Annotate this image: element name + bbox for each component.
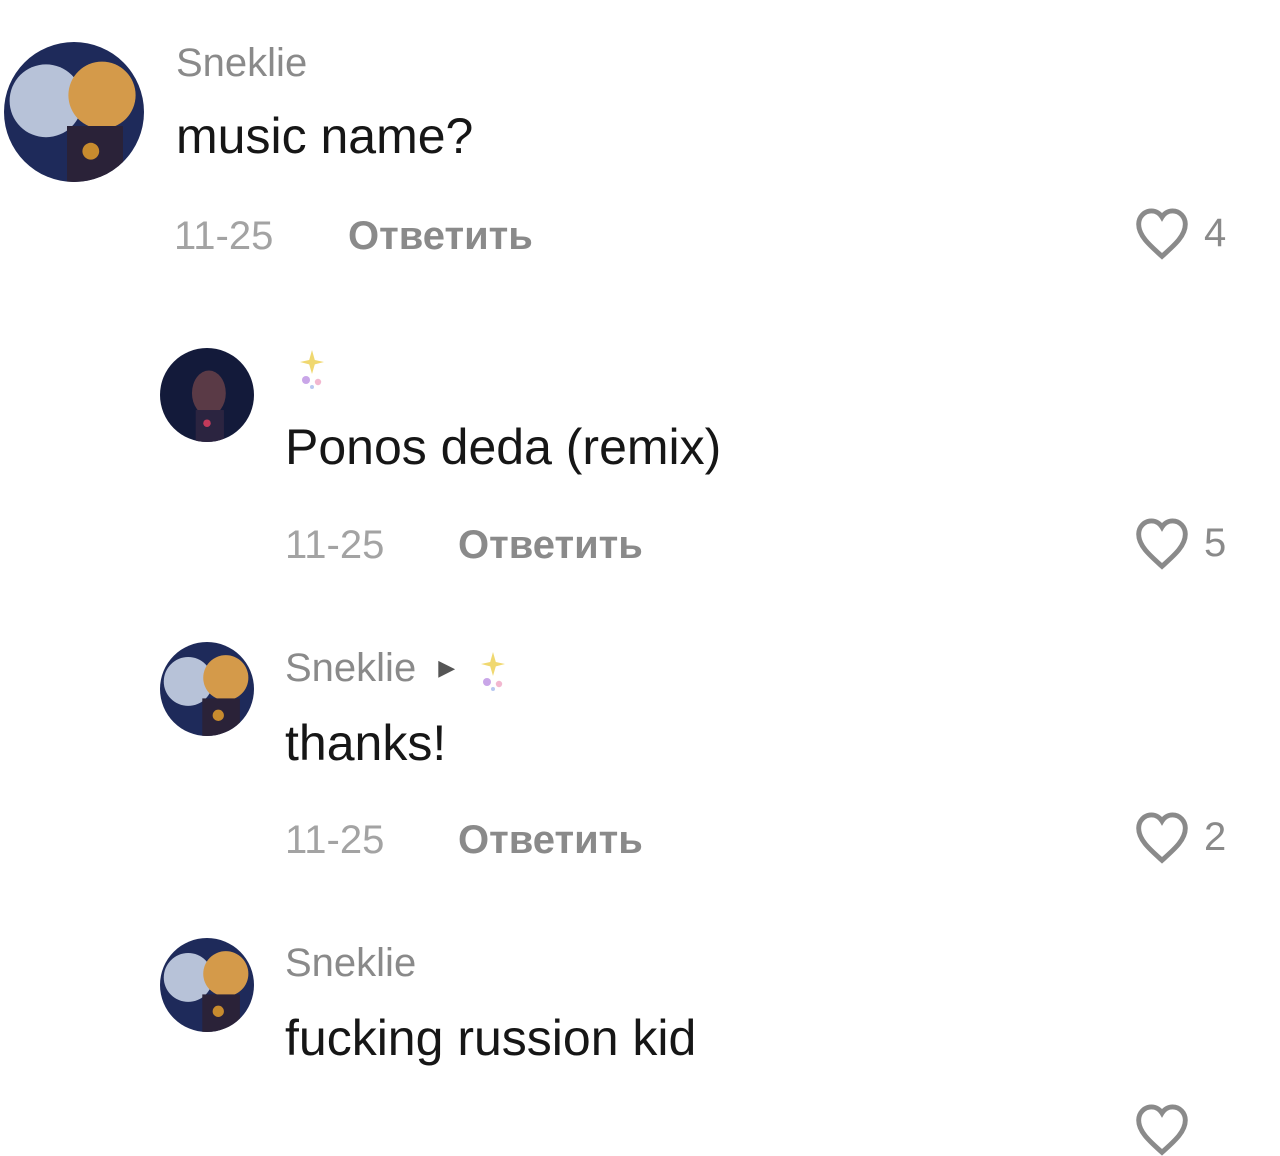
triangle-right-icon: ▶	[438, 655, 456, 680]
comment-username[interactable]: Sneklie	[285, 943, 416, 983]
avatar[interactable]	[160, 642, 254, 736]
reply-button[interactable]: Ответить	[458, 820, 643, 860]
like-count: 4	[1204, 211, 1227, 255]
comment-text: fucking russion kid	[285, 1010, 697, 1066]
comment-date: 11-25	[285, 523, 385, 567]
sparkle-emoji-icon	[300, 350, 324, 390]
like-control: 2	[1132, 810, 1226, 864]
heart-outline-icon[interactable]	[1132, 516, 1192, 570]
reply-button[interactable]: Ответить	[348, 216, 533, 256]
heart-outline-icon[interactable]	[1132, 810, 1192, 864]
avatar[interactable]	[4, 42, 144, 182]
like-control: 4	[1132, 206, 1226, 260]
username-text[interactable]: Sneklie	[285, 646, 416, 690]
heart-outline-icon[interactable]	[1132, 206, 1192, 260]
comment-text: music name?	[176, 108, 474, 164]
comment-date: 11-25	[285, 818, 385, 862]
comment-text: thanks!	[285, 715, 447, 771]
sparkle-emoji-icon	[481, 652, 506, 692]
reply-button[interactable]: Ответить	[458, 525, 643, 565]
avatar[interactable]	[160, 938, 254, 1032]
like-control	[1132, 1102, 1192, 1156]
like-count: 2	[1204, 815, 1227, 859]
like-control: 5	[1132, 516, 1226, 570]
like-count: 5	[1204, 521, 1227, 565]
comment-text: Ponos deda (remix)	[285, 419, 722, 475]
comment-username[interactable]: Sneklie ▶	[285, 648, 513, 692]
heart-outline-icon[interactable]	[1132, 1102, 1192, 1156]
avatar[interactable]	[160, 348, 254, 442]
comment-username[interactable]: Sneklie	[176, 43, 307, 83]
comment-username[interactable]	[292, 346, 332, 390]
comment-date: 11-25	[174, 214, 274, 258]
